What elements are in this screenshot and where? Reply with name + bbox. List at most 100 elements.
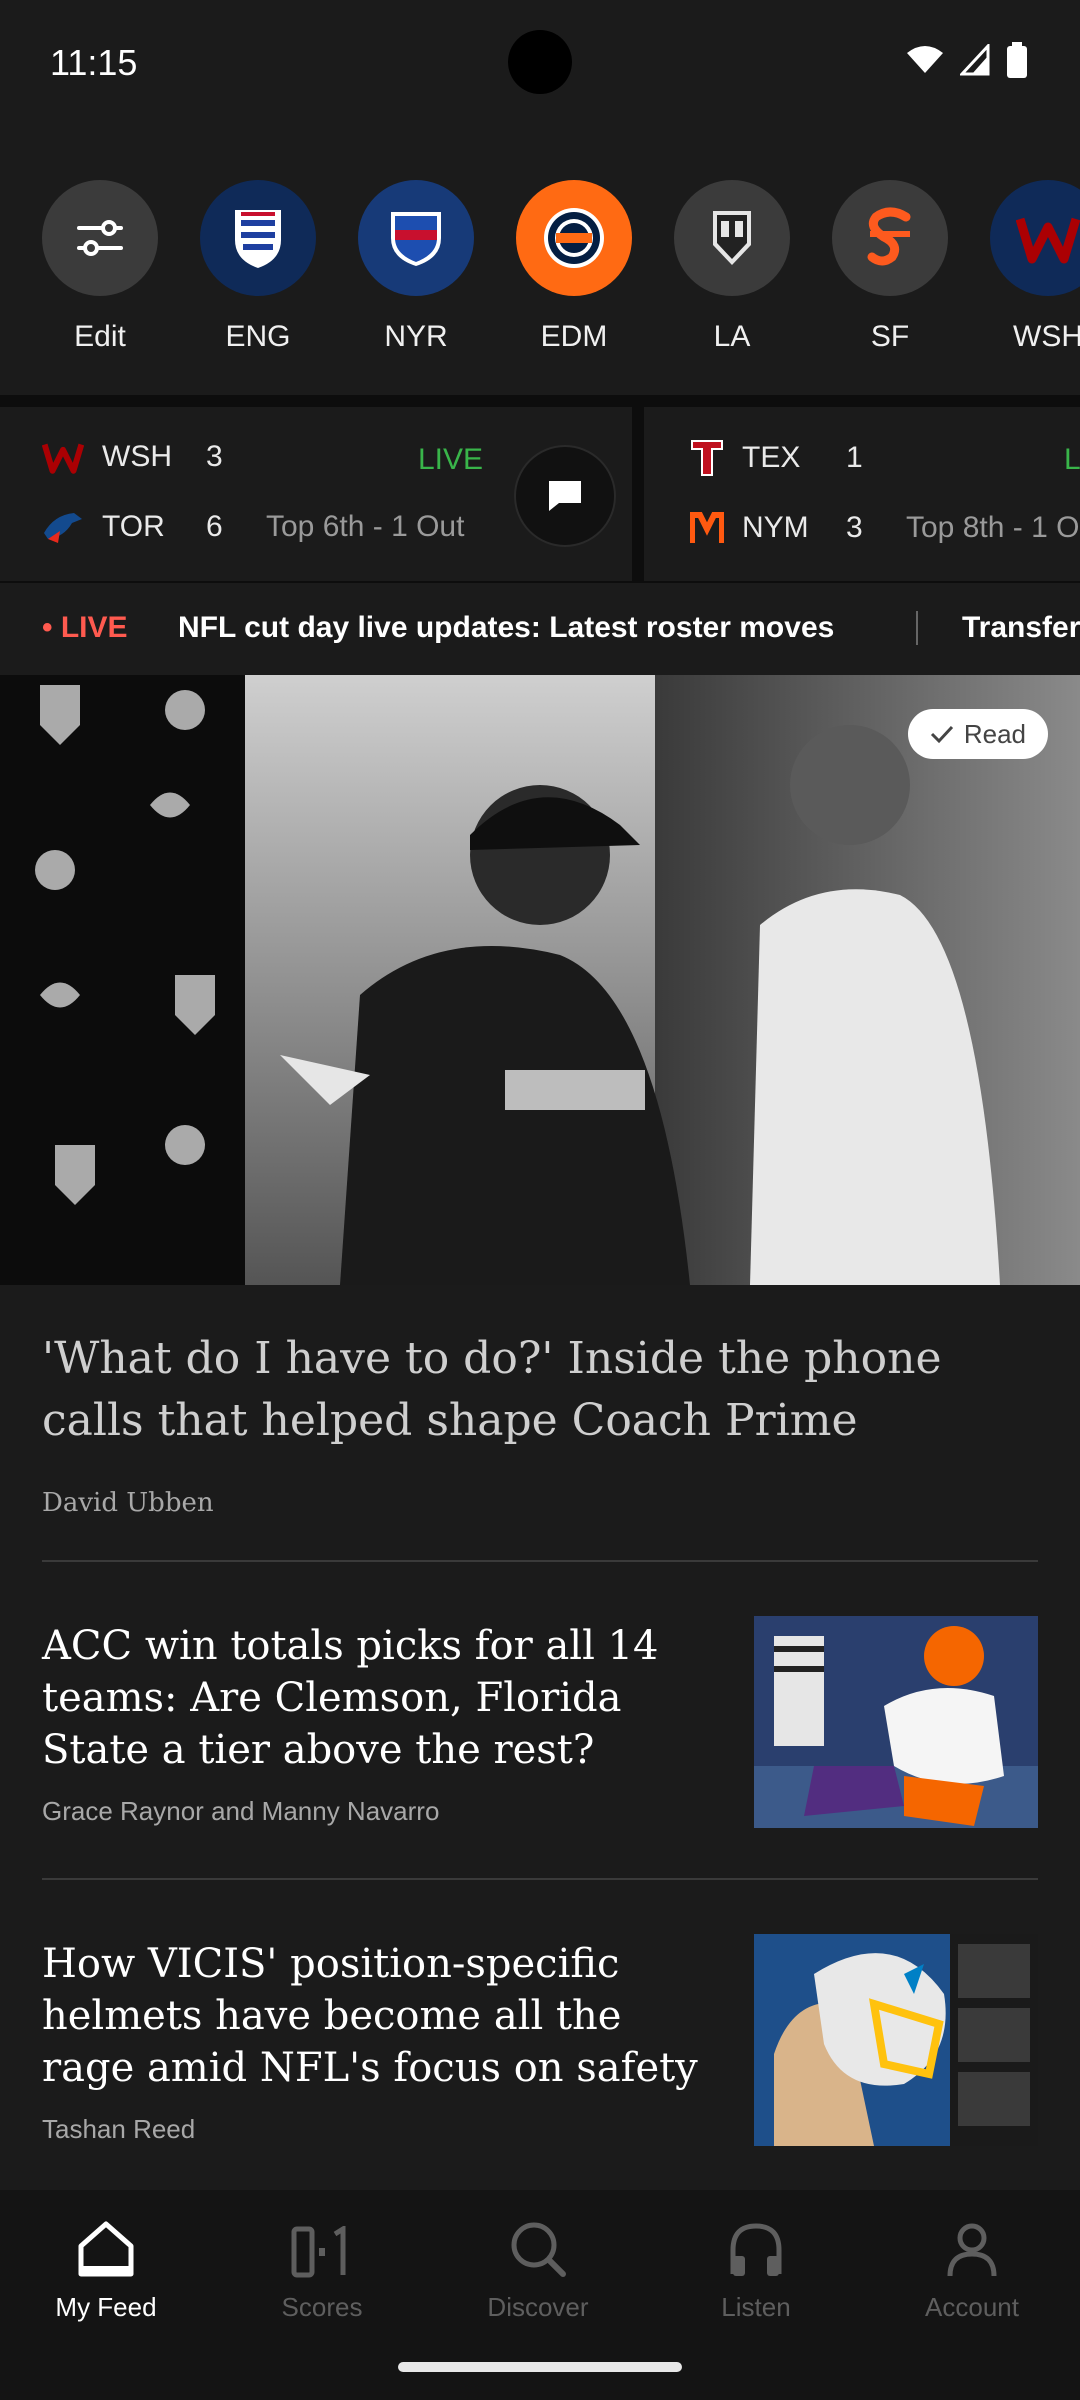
team-label: EDM bbox=[540, 320, 608, 353]
team-score: 6 bbox=[206, 510, 223, 543]
team-label: LA bbox=[713, 320, 751, 353]
divider bbox=[42, 1878, 1038, 1880]
hero-image[interactable]: Read bbox=[0, 675, 1080, 1285]
score-row-away: WSH 3 bbox=[42, 439, 266, 475]
nav-item-scores[interactable]: Scores bbox=[232, 2214, 412, 2323]
hero-author: David Ubben bbox=[42, 1488, 214, 1518]
camera-cutout bbox=[508, 30, 572, 94]
person-icon bbox=[947, 2223, 997, 2277]
nav-item-listen[interactable]: Listen bbox=[666, 2214, 846, 2323]
nav-item-my-feed[interactable]: My Feed bbox=[16, 2214, 196, 2323]
team-abbr: TEX bbox=[742, 441, 801, 474]
team-label: Edit bbox=[74, 320, 126, 353]
story-title[interactable]: How VICIS' position-specific helmets hav… bbox=[42, 1938, 702, 2094]
team-label: ENG bbox=[225, 320, 291, 353]
team-circle bbox=[358, 180, 474, 296]
team-abbr: TOR bbox=[102, 510, 165, 543]
search-icon bbox=[511, 2222, 566, 2277]
team-score: 1 bbox=[846, 441, 863, 474]
team-abbr: WSH bbox=[102, 440, 172, 473]
home-indicator[interactable] bbox=[398, 2362, 682, 2372]
chat-icon bbox=[549, 481, 581, 511]
nationals-logo-icon bbox=[1016, 217, 1080, 264]
sliders-icon bbox=[77, 220, 123, 256]
team-label: WSH bbox=[1013, 320, 1080, 353]
team-chip-edm[interactable]: EDM bbox=[516, 180, 632, 354]
wifi-icon bbox=[907, 46, 943, 73]
story-author: Tashan Reed bbox=[42, 2114, 196, 2144]
helmet-image bbox=[754, 1934, 1038, 2146]
oilers-logo-icon bbox=[544, 208, 604, 268]
giants-logo-icon bbox=[867, 207, 911, 266]
rangers-shield-icon bbox=[391, 212, 441, 266]
story-title[interactable]: ACC win totals picks for all 14 teams: A… bbox=[42, 1620, 702, 1776]
score-row-away: TEX 1 bbox=[690, 439, 906, 477]
story-card[interactable]: How VICIS' position-specific helmets hav… bbox=[42, 1938, 702, 2145]
team-circle bbox=[200, 180, 316, 296]
ticker-headline[interactable]: NFL cut day live updates: Latest roster … bbox=[178, 611, 834, 645]
scores-strip: WSH 3 LIVE TOR 6 Top 6th - 1 Out TEX 1 L… bbox=[0, 407, 1080, 581]
story-thumbnail[interactable] bbox=[754, 1934, 1038, 2146]
game-status: Top 6th - 1 Out bbox=[266, 510, 465, 543]
read-badge-label: Read bbox=[963, 718, 1026, 749]
team-chip-nyr[interactable]: NYR bbox=[358, 180, 474, 354]
football-player-image bbox=[754, 1616, 1038, 1828]
hero-title[interactable]: 'What do I have to do?' Inside the phone… bbox=[42, 1328, 1002, 1452]
status-icons bbox=[906, 42, 1028, 78]
team-chip-la[interactable]: LA bbox=[674, 180, 790, 354]
chat-button[interactable] bbox=[514, 445, 616, 547]
score-divider bbox=[632, 407, 644, 581]
score-row-home: TOR 6 Top 6th - 1 Out bbox=[42, 509, 464, 545]
status-time: 11:15 bbox=[50, 42, 138, 83]
team-label: SF bbox=[870, 320, 910, 353]
check-icon bbox=[930, 725, 953, 744]
team-circle bbox=[990, 180, 1080, 296]
status-bar: 11:15 bbox=[0, 0, 1080, 130]
team-abbr: NYM bbox=[742, 511, 809, 544]
team-circle bbox=[42, 180, 158, 296]
nav-label: Scores bbox=[281, 2292, 363, 2322]
live-label: L bbox=[1064, 443, 1080, 476]
nav-item-account[interactable]: Account bbox=[882, 2214, 1062, 2323]
team-circle bbox=[832, 180, 948, 296]
team-chip-sf[interactable]: SF bbox=[832, 180, 948, 354]
section-divider bbox=[0, 395, 1080, 407]
team-selector: Edit ENG NYR EDM LA SF WSH bbox=[0, 170, 1080, 370]
team-label: NYR bbox=[384, 320, 448, 353]
nav-label: My Feed bbox=[55, 2292, 157, 2322]
story-author: Grace Raynor and Manny Navarro bbox=[42, 1796, 440, 1826]
blue-jays-logo-icon bbox=[44, 513, 82, 543]
home-icon bbox=[78, 2221, 134, 2277]
nav-item-discover[interactable]: Discover bbox=[448, 2214, 628, 2323]
three-lions-crest-icon bbox=[235, 210, 281, 268]
team-chip-eng[interactable]: ENG bbox=[200, 180, 316, 354]
live-ticker[interactable]: • LIVE NFL cut day live updates: Latest … bbox=[0, 583, 1080, 675]
headphones-icon bbox=[730, 2223, 782, 2276]
team-chip-edit[interactable]: Edit bbox=[42, 180, 158, 354]
ticker-separator bbox=[916, 611, 918, 645]
team-circle bbox=[674, 180, 790, 296]
nav-label: Listen bbox=[721, 2292, 791, 2322]
live-label: LIVE bbox=[418, 443, 484, 476]
live-indicator: • LIVE bbox=[42, 611, 128, 644]
game-status: Top 8th - 1 O bbox=[906, 511, 1080, 544]
divider bbox=[42, 1560, 1038, 1562]
battery-icon bbox=[1007, 42, 1027, 78]
rangers-logo-icon bbox=[691, 440, 723, 476]
score-row-home: NYM 3 Top 8th - 1 O bbox=[690, 509, 1079, 547]
la-kings-logo-icon bbox=[713, 211, 751, 265]
ticker-headline[interactable]: Transfer bbox=[962, 611, 1080, 645]
team-score: 3 bbox=[846, 511, 863, 544]
score-card[interactable]: TEX 1 L NYM 3 Top 8th - 1 O bbox=[644, 407, 1080, 581]
story-thumbnail[interactable] bbox=[754, 1616, 1038, 1828]
team-chip-wsh[interactable]: WSH bbox=[990, 180, 1080, 354]
scoreboard-icon bbox=[291, 2226, 346, 2278]
score-card[interactable]: WSH 3 LIVE TOR 6 Top 6th - 1 Out bbox=[0, 407, 632, 581]
read-badge: Read bbox=[907, 709, 1048, 759]
team-score: 3 bbox=[206, 440, 223, 473]
hero-article[interactable]: 'What do I have to do?' Inside the phone… bbox=[42, 1328, 1002, 1534]
story-card[interactable]: ACC win totals picks for all 14 teams: A… bbox=[42, 1620, 702, 1827]
signal-icon bbox=[960, 44, 990, 76]
nav-label: Discover bbox=[487, 2292, 589, 2322]
nav-label: Account bbox=[925, 2292, 1019, 2322]
